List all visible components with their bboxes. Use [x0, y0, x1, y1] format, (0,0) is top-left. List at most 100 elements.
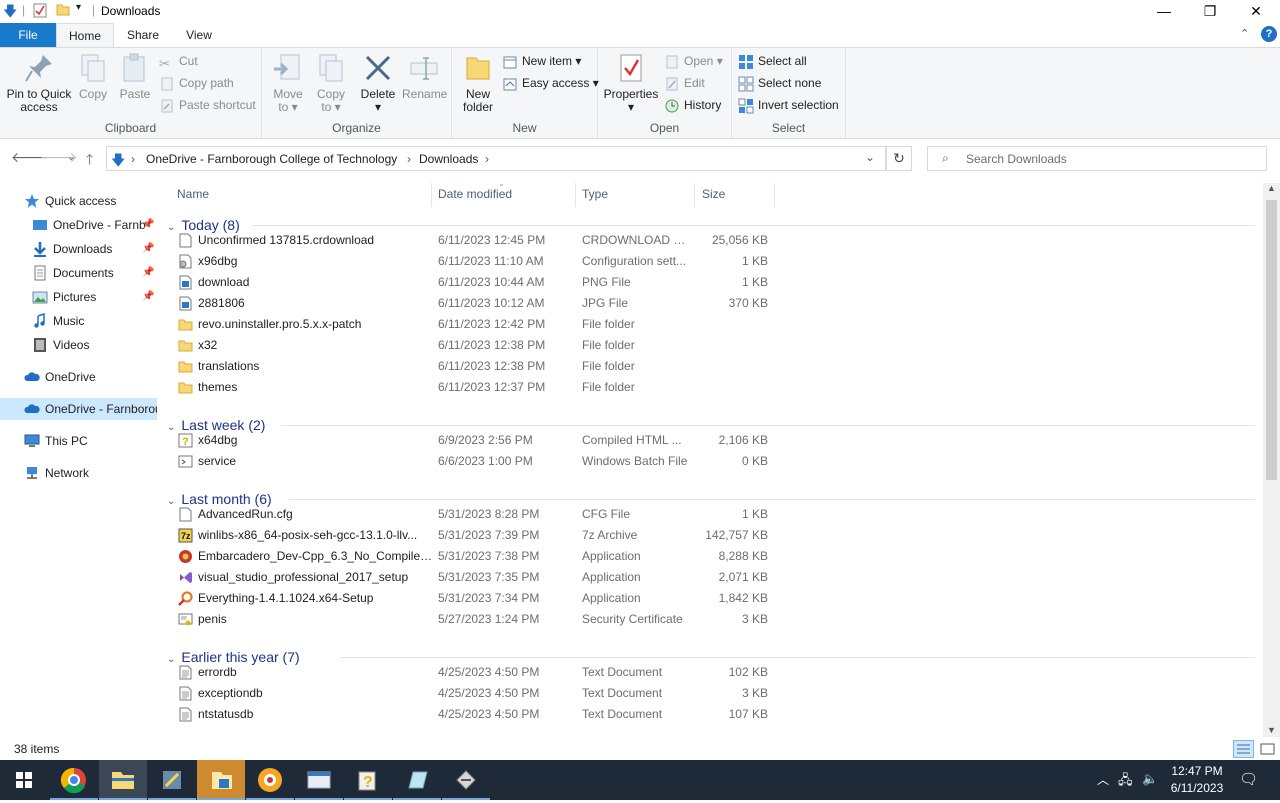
column-separator[interactable]: [694, 183, 695, 207]
column-separator[interactable]: [774, 183, 775, 207]
paste-button[interactable]: Paste: [117, 52, 153, 101]
table-row[interactable]: service 6/6/2023 1:00 PM Windows Batch Fil…: [165, 451, 775, 472]
new-folder-button[interactable]: New folder: [458, 52, 498, 114]
sidebar-item-quick-access[interactable]: Quick access: [0, 190, 157, 212]
open-button[interactable]: Open ▾: [664, 51, 723, 71]
large-icons-view-button[interactable]: [1258, 741, 1277, 757]
cut-button[interactable]: ✂ Cut: [159, 51, 198, 71]
table-row[interactable]: AdvancedRun.cfg 5/31/2023 8:28 PM CFG File…: [165, 504, 775, 525]
scrollbar-thumb[interactable]: [1266, 200, 1277, 480]
column-header-size[interactable]: Size: [702, 187, 725, 201]
table-row[interactable]: visual_studio_professional_2017_setup 5/3…: [165, 567, 775, 588]
notifications-icon[interactable]: 🗨: [1239, 770, 1258, 788]
sidebar-item-music[interactable]: Music: [0, 310, 157, 332]
address-bar[interactable]: 🡇 › OneDrive - Farnborough College of Te…: [106, 146, 886, 171]
select-none-button[interactable]: Select none: [738, 73, 821, 93]
recent-locations-chevron-icon[interactable]: ⌄: [67, 152, 75, 163]
tab-home[interactable]: Home: [56, 23, 114, 48]
column-header-date-modified[interactable]: Date modified: [438, 187, 512, 201]
collapse-ribbon-icon[interactable]: ⌃: [1240, 27, 1249, 40]
sidebar-item-pictures[interactable]: Pictures 📌: [0, 286, 157, 308]
refresh-button[interactable]: ↻: [886, 146, 912, 171]
new-item-button[interactable]: New item ▾: [502, 51, 581, 71]
new-folder-qat-button[interactable]: [56, 3, 70, 19]
breadcrumb-downloads[interactable]: Downloads: [419, 152, 478, 166]
table-row[interactable]: revo.uninstaller.pro.5.x.x-patch 6/11/202…: [165, 314, 775, 335]
table-row[interactable]: ? x64dbg 6/9/2023 2:56 PM Compiled HTML ...…: [165, 430, 775, 451]
rename-button[interactable]: Rename: [402, 52, 447, 101]
sidebar-item-documents[interactable]: Documents 📌: [0, 262, 157, 284]
table-row[interactable]: 7z winlibs-x86_64-posix-seh-gcc-13.1.0-ll…: [165, 525, 775, 546]
taskbar-explorer-window[interactable]: [197, 760, 245, 800]
search-input[interactable]: [966, 150, 1256, 167]
show-hidden-icons-chevron-icon[interactable]: ︿: [1097, 771, 1109, 788]
qat-dropdown-button[interactable]: ▾: [76, 2, 81, 13]
properties-button[interactable]: Properties ▾: [603, 52, 659, 114]
copy-button[interactable]: Copy: [76, 52, 110, 101]
column-separator[interactable]: [575, 183, 576, 207]
details-view-button[interactable]: [1233, 740, 1254, 758]
pin-to-quick-access-button[interactable]: Pin to Quick access: [4, 52, 74, 114]
tab-share[interactable]: Share: [114, 23, 172, 47]
column-separator[interactable]: [431, 183, 432, 207]
table-row[interactable]: Everything-1.4.1.1024.x64-Setup 5/31/2023…: [165, 588, 775, 609]
breadcrumb-onedrive[interactable]: OneDrive - Farnborough College of Techno…: [146, 152, 397, 166]
tab-file[interactable]: File: [0, 23, 56, 47]
taskbar-file-explorer[interactable]: [99, 760, 147, 800]
column-header-name[interactable]: Name: [177, 187, 209, 201]
clock-date[interactable]: 6/11/2023: [1166, 781, 1228, 795]
paste-shortcut-button[interactable]: Paste shortcut: [159, 95, 256, 115]
properties-qat-button[interactable]: [33, 3, 47, 21]
breadcrumb-separator[interactable]: ›: [485, 152, 489, 166]
start-button[interactable]: [0, 760, 48, 800]
taskbar-notepad[interactable]: [393, 760, 441, 800]
select-all-button[interactable]: Select all: [738, 51, 807, 71]
maximize-button[interactable]: ❐: [1187, 0, 1233, 23]
minimize-button[interactable]: —: [1141, 0, 1187, 23]
breadcrumb-separator[interactable]: ›: [407, 152, 411, 166]
scroll-down-arrow-icon[interactable]: ▼: [1267, 725, 1276, 735]
copy-to-button[interactable]: Copy to ▾: [312, 52, 350, 114]
table-row[interactable]: Unconfirmed 137815.crdownload 6/11/2023 1…: [165, 230, 775, 251]
sidebar-item-downloads[interactable]: Downloads 📌: [0, 238, 157, 260]
table-row[interactable]: Embarcadero_Dev-Cpp_6.3_No_Compiler... 5/…: [165, 546, 775, 567]
taskbar-tool2-app[interactable]: [442, 760, 490, 800]
taskbar-chrome[interactable]: [50, 760, 98, 800]
taskbar-help-app[interactable]: ?: [344, 760, 392, 800]
table-row[interactable]: themes 6/11/2023 12:37 PM File folder: [165, 377, 775, 398]
easy-access-button[interactable]: Easy access ▾: [502, 73, 599, 93]
sidebar-item-network[interactable]: Network: [0, 462, 157, 484]
sidebar-item-onedrive-farnb[interactable]: OneDrive - Farnb 📌: [0, 214, 157, 236]
scroll-up-arrow-icon[interactable]: ▲: [1267, 183, 1276, 193]
sidebar-item-videos[interactable]: Videos: [0, 334, 157, 356]
invert-selection-button[interactable]: Invert selection: [738, 95, 839, 115]
address-dropdown-chevron-icon[interactable]: ⌄: [865, 150, 875, 164]
taskbar-window-app[interactable]: [295, 760, 343, 800]
table-row[interactable]: 2881806 6/11/2023 10:12 AM JPG File 370 KB: [165, 293, 775, 314]
table-row[interactable]: translations 6/11/2023 12:38 PM File folde…: [165, 356, 775, 377]
table-row[interactable]: errordb 4/25/2023 4:50 PM Text Document 102…: [165, 662, 775, 683]
network-status-icon[interactable]: 🖧: [1118, 771, 1133, 793]
taskbar-tool-app[interactable]: [148, 760, 196, 800]
up-arrow-icon[interactable]: 🡑: [86, 149, 93, 173]
taskbar-browser[interactable]: [246, 760, 294, 800]
volume-muted-icon[interactable]: 🔈: [1142, 771, 1158, 787]
table-row[interactable]: download 6/11/2023 10:44 AM PNG File 1 KB: [165, 272, 775, 293]
sidebar-item-onedrive-farnborou[interactable]: OneDrive - Farnborou: [0, 398, 157, 420]
delete-button[interactable]: Delete ▾: [358, 52, 398, 114]
history-button[interactable]: History: [664, 95, 721, 115]
table-row[interactable]: penis 5/27/2023 1:24 PM Security Certifica…: [165, 609, 775, 630]
breadcrumb-separator[interactable]: ›: [131, 152, 135, 166]
table-row[interactable]: x96dbg 6/11/2023 11:10 AM Configuration se…: [165, 251, 775, 272]
table-row[interactable]: exceptiondb 4/25/2023 4:50 PM Text Documen…: [165, 683, 775, 704]
help-icon[interactable]: ?: [1261, 26, 1277, 42]
table-row[interactable]: ntstatusdb 4/25/2023 4:50 PM Text Document…: [165, 704, 775, 725]
tab-view[interactable]: View: [172, 23, 226, 47]
column-header-type[interactable]: Type: [582, 187, 608, 201]
clock-time[interactable]: 12:47 PM: [1169, 764, 1225, 778]
close-button[interactable]: ✕: [1233, 0, 1279, 23]
sidebar-item-onedrive[interactable]: OneDrive: [0, 366, 157, 388]
copy-path-button[interactable]: Copy path: [159, 73, 234, 93]
search-box[interactable]: ⌕: [927, 146, 1267, 171]
edit-button[interactable]: Edit: [664, 73, 705, 93]
